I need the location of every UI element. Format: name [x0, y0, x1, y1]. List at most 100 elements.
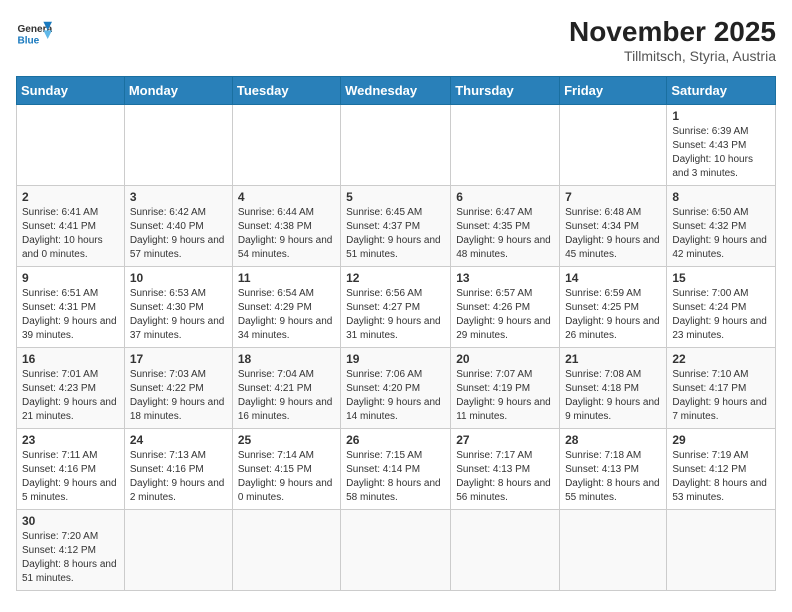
- day-number: 22: [672, 352, 770, 366]
- calendar-cell: [341, 510, 451, 591]
- day-info-text: Sunrise: 6:54 AM Sunset: 4:29 PM Dayligh…: [238, 287, 335, 343]
- calendar-cell: [341, 105, 451, 186]
- calendar-cell: [560, 105, 667, 186]
- calendar-table: SundayMondayTuesdayWednesdayThursdayFrid…: [16, 76, 776, 591]
- day-header-sunday: Sunday: [17, 77, 125, 105]
- calendar-cell: 13Sunrise: 6:57 AM Sunset: 4:26 PM Dayli…: [451, 267, 560, 348]
- day-number: 1: [672, 109, 770, 123]
- day-number: 9: [22, 271, 119, 285]
- day-info-text: Sunrise: 7:08 AM Sunset: 4:18 PM Dayligh…: [565, 368, 661, 424]
- calendar-cell: 29 Sunrise: 7:19 AM Sunset: 4:12 PM Dayli…: [667, 429, 776, 510]
- day-info-text: Sunrise: 6:41 AM Sunset: 4:41 PM Dayligh…: [22, 206, 119, 262]
- day-number: 7: [565, 190, 661, 204]
- calendar-cell: 14 Sunrise: 6:59 AM Sunset: 4:25 PM Dayli…: [560, 267, 667, 348]
- svg-text:Blue: Blue: [17, 35, 39, 46]
- day-number: 16: [22, 352, 119, 366]
- day-info-text: Sunrise: 6:50 AM Sunset: 4:32 PM Dayligh…: [672, 206, 770, 262]
- day-header-wednesday: Wednesday: [341, 77, 451, 105]
- day-number: 23: [22, 433, 119, 447]
- day-info-text: Sunrise: 7:13 AM Sunset: 4:16 PM Dayligh…: [130, 449, 227, 505]
- calendar-cell: [124, 510, 232, 591]
- calendar-cell: 1 Sunrise: 6:39 AM Sunset: 4:43 PM Daylig…: [667, 105, 776, 186]
- calendar-cell: 4 Sunrise: 6:44 AM Sunset: 4:38 PM Daylig…: [232, 186, 340, 267]
- day-number: 12: [346, 271, 445, 285]
- calendar-week-row: 9Sunrise: 6:51 AM Sunset: 4:31 PM Daylig…: [17, 267, 776, 348]
- day-number: 6: [456, 190, 554, 204]
- day-number: 24: [130, 433, 227, 447]
- day-info-text: Sunrise: 7:19 AM Sunset: 4:12 PM Dayligh…: [672, 449, 770, 505]
- day-number: 25: [238, 433, 335, 447]
- day-info-text: Sunrise: 6:56 AM Sunset: 4:27 PM Dayligh…: [346, 287, 445, 343]
- day-number: 21: [565, 352, 661, 366]
- calendar-cell: 5 Sunrise: 6:45 AM Sunset: 4:37 PM Daylig…: [341, 186, 451, 267]
- calendar-cell: 25 Sunrise: 7:14 AM Sunset: 4:15 PM Dayli…: [232, 429, 340, 510]
- day-info-text: Sunrise: 7:14 AM Sunset: 4:15 PM Dayligh…: [238, 449, 335, 505]
- day-info-text: Sunrise: 6:39 AM Sunset: 4:43 PM Dayligh…: [672, 125, 770, 181]
- location-subtitle: Tillmitsch, Styria, Austria: [569, 48, 776, 64]
- page-header: General Blue November 2025 Tillmitsch, S…: [16, 16, 776, 64]
- calendar-cell: 11 Sunrise: 6:54 AM Sunset: 4:29 PM Dayli…: [232, 267, 340, 348]
- day-info-text: Sunrise: 6:57 AM Sunset: 4:26 PM Dayligh…: [456, 287, 554, 343]
- day-number: 15: [672, 271, 770, 285]
- calendar-cell: 15 Sunrise: 7:00 AM Sunset: 4:24 PM Dayli…: [667, 267, 776, 348]
- logo: General Blue: [16, 16, 52, 52]
- day-info-text: Sunrise: 7:11 AM Sunset: 4:16 PM Dayligh…: [22, 449, 119, 505]
- day-info-text: Sunrise: 7:18 AM Sunset: 4:13 PM Dayligh…: [565, 449, 661, 505]
- calendar-cell: 23 Sunrise: 7:11 AM Sunset: 4:16 PM Dayli…: [17, 429, 125, 510]
- calendar-cell: 27 Sunrise: 7:17 AM Sunset: 4:13 PM Dayli…: [451, 429, 560, 510]
- calendar-cell: [667, 510, 776, 591]
- day-number: 27: [456, 433, 554, 447]
- calendar-cell: 6 Sunrise: 6:47 AM Sunset: 4:35 PM Daylig…: [451, 186, 560, 267]
- day-info-text: Sunrise: 7:15 AM Sunset: 4:14 PM Dayligh…: [346, 449, 445, 505]
- day-number: 29: [672, 433, 770, 447]
- title-block: November 2025 Tillmitsch, Styria, Austri…: [569, 16, 776, 64]
- month-year-title: November 2025: [569, 16, 776, 48]
- day-number: 18: [238, 352, 335, 366]
- day-info-text: Sunrise: 6:42 AM Sunset: 4:40 PM Dayligh…: [130, 206, 227, 262]
- day-number: 17: [130, 352, 227, 366]
- day-number: 2: [22, 190, 119, 204]
- day-info-text: Sunrise: 7:01 AM Sunset: 4:23 PM Dayligh…: [22, 368, 119, 424]
- day-number: 5: [346, 190, 445, 204]
- day-number: 14: [565, 271, 661, 285]
- calendar-cell: 18 Sunrise: 7:04 AM Sunset: 4:21 PM Dayli…: [232, 348, 340, 429]
- calendar-week-row: 16 Sunrise: 7:01 AM Sunset: 4:23 PM Dayli…: [17, 348, 776, 429]
- calendar-cell: 3Sunrise: 6:42 AM Sunset: 4:40 PM Daylig…: [124, 186, 232, 267]
- calendar-cell: 9Sunrise: 6:51 AM Sunset: 4:31 PM Daylig…: [17, 267, 125, 348]
- day-number: 10: [130, 271, 227, 285]
- calendar-cell: [451, 105, 560, 186]
- day-info-text: Sunrise: 6:48 AM Sunset: 4:34 PM Dayligh…: [565, 206, 661, 262]
- day-info-text: Sunrise: 6:59 AM Sunset: 4:25 PM Dayligh…: [565, 287, 661, 343]
- calendar-cell: 19Sunrise: 7:06 AM Sunset: 4:20 PM Dayli…: [341, 348, 451, 429]
- day-info-text: Sunrise: 6:45 AM Sunset: 4:37 PM Dayligh…: [346, 206, 445, 262]
- calendar-cell: 30 Sunrise: 7:20 AM Sunset: 4:12 PM Dayli…: [17, 510, 125, 591]
- day-number: 19: [346, 352, 445, 366]
- calendar-cell: [560, 510, 667, 591]
- calendar-header-row: SundayMondayTuesdayWednesdayThursdayFrid…: [17, 77, 776, 105]
- calendar-cell: [232, 105, 340, 186]
- day-number: 30: [22, 514, 119, 528]
- day-info-text: Sunrise: 7:17 AM Sunset: 4:13 PM Dayligh…: [456, 449, 554, 505]
- day-number: 20: [456, 352, 554, 366]
- calendar-cell: 12 Sunrise: 6:56 AM Sunset: 4:27 PM Dayli…: [341, 267, 451, 348]
- day-info-text: Sunrise: 7:10 AM Sunset: 4:17 PM Dayligh…: [672, 368, 770, 424]
- day-info-text: Sunrise: 7:07 AM Sunset: 4:19 PM Dayligh…: [456, 368, 554, 424]
- day-info-text: Sunrise: 7:04 AM Sunset: 4:21 PM Dayligh…: [238, 368, 335, 424]
- day-header-saturday: Saturday: [667, 77, 776, 105]
- calendar-week-row: 23 Sunrise: 7:11 AM Sunset: 4:16 PM Dayli…: [17, 429, 776, 510]
- day-header-tuesday: Tuesday: [232, 77, 340, 105]
- calendar-cell: 7 Sunrise: 6:48 AM Sunset: 4:34 PM Daylig…: [560, 186, 667, 267]
- day-number: 28: [565, 433, 661, 447]
- logo-icon: General Blue: [16, 16, 52, 52]
- calendar-cell: 22 Sunrise: 7:10 AM Sunset: 4:17 PM Dayli…: [667, 348, 776, 429]
- day-info-text: Sunrise: 6:44 AM Sunset: 4:38 PM Dayligh…: [238, 206, 335, 262]
- day-info-text: Sunrise: 7:20 AM Sunset: 4:12 PM Dayligh…: [22, 530, 119, 586]
- day-header-thursday: Thursday: [451, 77, 560, 105]
- calendar-cell: 17Sunrise: 7:03 AM Sunset: 4:22 PM Dayli…: [124, 348, 232, 429]
- calendar-cell: 10Sunrise: 6:53 AM Sunset: 4:30 PM Dayli…: [124, 267, 232, 348]
- day-info-text: Sunrise: 7:00 AM Sunset: 4:24 PM Dayligh…: [672, 287, 770, 343]
- day-info-text: Sunrise: 6:47 AM Sunset: 4:35 PM Dayligh…: [456, 206, 554, 262]
- day-number: 4: [238, 190, 335, 204]
- day-number: 11: [238, 271, 335, 285]
- day-header-friday: Friday: [560, 77, 667, 105]
